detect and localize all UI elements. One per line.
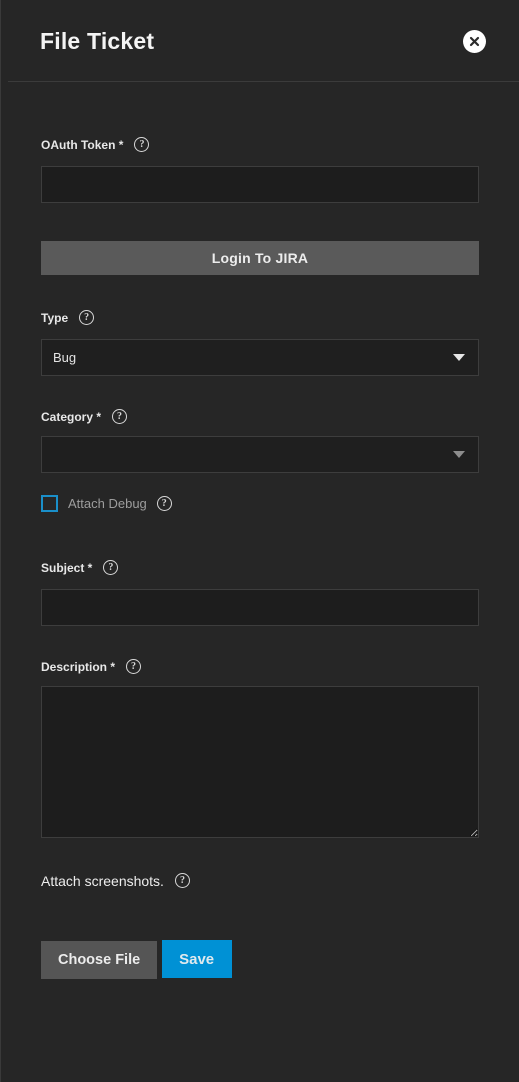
oauth-token-label: OAuth Token [41,139,123,151]
attach-screenshots-label: Attach screenshots. [41,872,164,889]
panel-header: File Ticket [1,0,519,82]
help-circle-icon[interactable]: ? [156,496,172,511]
oauth-token-input[interactable] [41,166,479,203]
help-circle-icon[interactable]: ? [79,310,95,325]
choose-file-button[interactable]: Choose File [41,940,158,979]
attach-screenshots-label-row: Attach screenshots. ? [41,873,479,888]
subject-label: Subject [41,562,92,574]
save-button[interactable]: Save [161,940,232,978]
category-label: Category [41,411,101,423]
help-circle-icon[interactable]: ? [112,409,128,424]
chevron-down-icon [453,451,465,458]
category-select[interactable] [41,436,479,473]
category-select-box[interactable] [41,436,479,473]
ticket-form: OAuth Token ? Login To JIRA Type ? Bug C… [1,137,519,979]
attach-debug-row[interactable]: Attach Debug ? [41,495,479,512]
description-textarea[interactable] [41,686,479,838]
help-circle-icon[interactable]: ? [126,659,142,674]
help-circle-icon[interactable]: ? [134,137,150,152]
help-circle-icon[interactable]: ? [103,560,119,575]
file-ticket-panel: File Ticket OAuth Token ? Login To JIRA … [0,0,519,1082]
page-title: File Ticket [40,27,155,54]
description-label-row: Description ? [41,659,479,674]
help-circle-icon[interactable]: ? [174,873,190,888]
subject-input[interactable] [41,589,479,626]
type-select-box[interactable]: Bug [41,339,479,376]
attach-debug-checkbox[interactable] [41,495,58,512]
type-select-value: Bug [53,350,77,365]
login-to-jira-button[interactable]: Login To JIRA [41,241,479,275]
close-icon[interactable] [463,29,486,53]
subject-label-row: Subject ? [41,560,479,575]
header-divider [8,81,519,82]
oauth-token-label-row: OAuth Token ? [41,137,479,152]
type-label-row: Type ? [41,310,479,325]
chevron-down-icon [453,354,465,361]
type-label: Type [41,310,69,325]
description-label: Description [41,661,115,673]
attach-debug-label: Attach Debug [68,496,147,511]
type-select[interactable]: Bug [41,339,479,376]
category-label-row: Category ? [41,409,479,424]
